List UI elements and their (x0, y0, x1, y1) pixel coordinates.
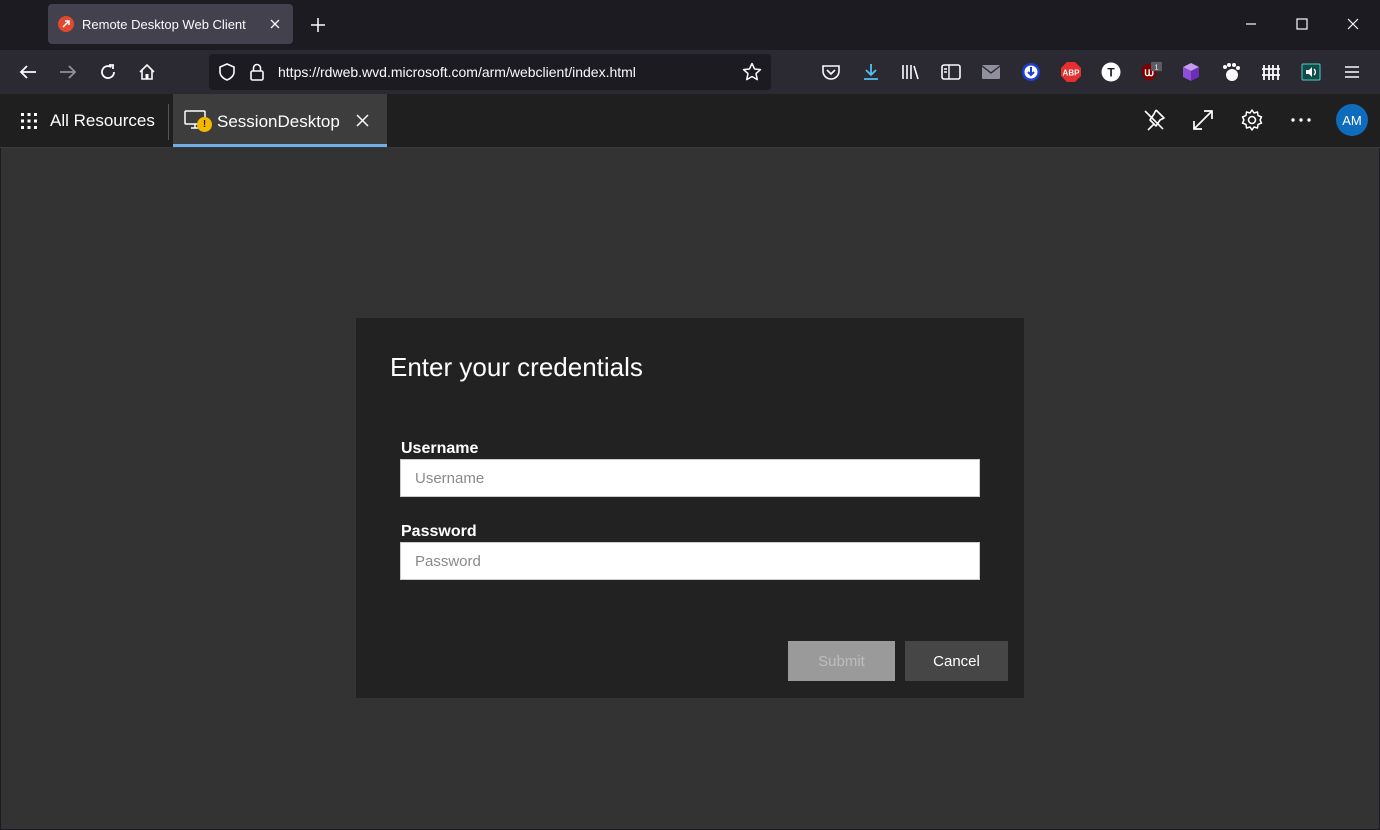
back-arrow-icon[interactable] (16, 60, 40, 84)
rd-client-toolbar: All Resources ! SessionDesktop AM (0, 94, 1380, 148)
home-icon[interactable] (135, 60, 159, 84)
t-extension-label: T (1107, 66, 1115, 80)
mail-icon[interactable] (980, 61, 1002, 83)
settings-gear-icon[interactable] (1237, 105, 1267, 135)
maximize-window-icon[interactable] (1290, 12, 1314, 36)
audio-tab-icon[interactable] (1300, 61, 1322, 83)
reload-icon[interactable] (96, 60, 120, 84)
password-field[interactable] (400, 542, 980, 580)
all-resources-label: All Resources (50, 111, 155, 130)
session-warning-badge: ! (197, 117, 212, 132)
fullscreen-expand-icon[interactable] (1188, 105, 1218, 135)
adblock-plus-label: ABP (1063, 69, 1081, 78)
dialog-title: Enter your credentials (390, 352, 643, 382)
t-extension-icon[interactable]: T (1100, 61, 1122, 83)
more-options-icon[interactable] (1286, 105, 1316, 135)
browser-navbar: https://rdweb.wvd.microsoft.com/arm/webc… (0, 50, 1380, 94)
forward-arrow-icon[interactable] (56, 60, 80, 84)
hamburger-menu-icon[interactable] (1341, 61, 1363, 83)
close-tab-icon[interactable] (267, 16, 283, 32)
cube-icon[interactable] (1180, 61, 1202, 83)
close-window-icon[interactable] (1341, 12, 1365, 36)
password-label: Password (401, 523, 477, 540)
username-field[interactable] (400, 459, 980, 497)
address-bar[interactable]: https://rdweb.wvd.microsoft.com/arm/webc… (209, 54, 771, 90)
url-text[interactable]: https://rdweb.wvd.microsoft.com/arm/webc… (278, 64, 636, 80)
close-session-icon[interactable] (356, 114, 369, 132)
credentials-dialog: Enter your credentials Username Password… (356, 318, 1024, 698)
download-manager-icon[interactable] (1020, 61, 1042, 83)
user-avatar[interactable]: AM (1336, 104, 1368, 136)
pocket-icon[interactable] (820, 61, 842, 83)
cancel-button[interactable]: Cancel (905, 641, 1008, 681)
session-desktop-tab[interactable]: ! SessionDesktop (173, 94, 387, 147)
rdp-favicon-icon (58, 16, 74, 32)
minimize-window-icon[interactable] (1239, 12, 1263, 36)
lock-icon[interactable] (247, 62, 267, 82)
session-tab-label: SessionDesktop (217, 112, 340, 131)
app-grid-icon (21, 113, 37, 129)
submit-button[interactable]: Submit (788, 641, 895, 681)
gnome-foot-icon[interactable] (1220, 61, 1242, 83)
library-icon[interactable] (900, 61, 922, 83)
downloads-icon[interactable] (860, 61, 882, 83)
unpin-icon[interactable] (1139, 105, 1169, 135)
username-label: Username (401, 440, 479, 457)
session-content-area: Enter your credentials Username Password… (1, 148, 1379, 829)
browser-tabstrip: Remote Desktop Web Client (0, 0, 1380, 50)
new-tab-icon[interactable] (306, 13, 330, 37)
tracking-shield-icon[interactable] (217, 62, 237, 82)
all-resources-button[interactable]: All Resources (20, 108, 155, 134)
browser-tab-title: Remote Desktop Web Client (82, 16, 246, 32)
bookmark-star-icon[interactable] (742, 62, 762, 82)
adblock-plus-icon[interactable]: ABP (1060, 61, 1082, 83)
sidebar-icon[interactable] (940, 61, 962, 83)
toolbar-divider (168, 104, 169, 140)
browser-tab-remote-desktop[interactable]: Remote Desktop Web Client (48, 4, 293, 44)
ublock-badge-count: 1 (1154, 63, 1158, 72)
ublock-origin-icon[interactable]: 1 (1140, 61, 1162, 83)
fence-icon[interactable] (1260, 61, 1282, 83)
